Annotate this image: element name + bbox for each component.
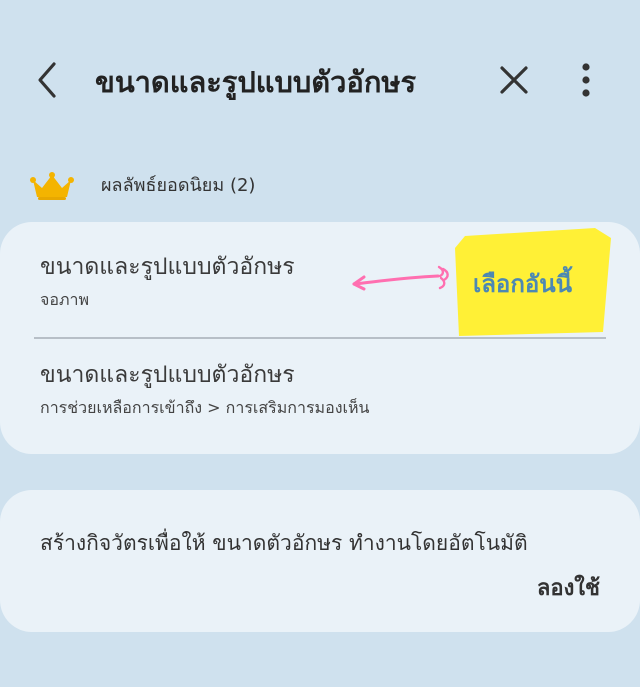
crown-icon — [28, 168, 76, 202]
close-icon — [500, 66, 528, 94]
close-button[interactable] — [492, 58, 536, 102]
try-it-link[interactable]: ลองใช้ — [530, 572, 600, 606]
section-label: ผลลัพธ์ยอดนิยม (2) — [101, 175, 256, 196]
popular-results-header: ผลลัพธ์ยอดนิยม (2) — [28, 164, 588, 208]
back-chevron-icon — [38, 62, 56, 98]
result-subtitle: จอภาพ — [40, 290, 90, 309]
back-button[interactable] — [30, 58, 64, 102]
page-title: ขนาดและรูปแบบตัวอักษร — [95, 65, 417, 99]
settings-search-screen: ขนาดและรูปแบบตัวอักษร ผลลัพธ์ยอดนิยม (2)… — [0, 0, 640, 687]
more-vertical-icon — [582, 63, 590, 97]
result-divider — [34, 337, 606, 339]
result-title: ขนาดและรูปแบบตัวอักษร — [40, 254, 295, 280]
routine-suggestion-text: สร้างกิจวัตรเพื่อให้ ขนาดตัวอักษร ทำงานโ… — [40, 531, 528, 555]
more-options-button[interactable] — [566, 56, 606, 104]
top-app-bar: ขนาดและรูปแบบตัวอักษร — [0, 0, 640, 160]
result-item[interactable]: ขนาดและรูปแบบตัวอักษร จอภาพ — [40, 248, 600, 328]
result-subtitle: การช่วยเหลือการเข้าถึง > การเสริมการมองเ… — [40, 398, 370, 417]
result-item[interactable]: ขนาดและรูปแบบตัวอักษร การช่วยเหลือการเข้… — [40, 356, 600, 436]
routine-card — [0, 490, 640, 632]
result-title: ขนาดและรูปแบบตัวอักษร — [40, 362, 295, 388]
